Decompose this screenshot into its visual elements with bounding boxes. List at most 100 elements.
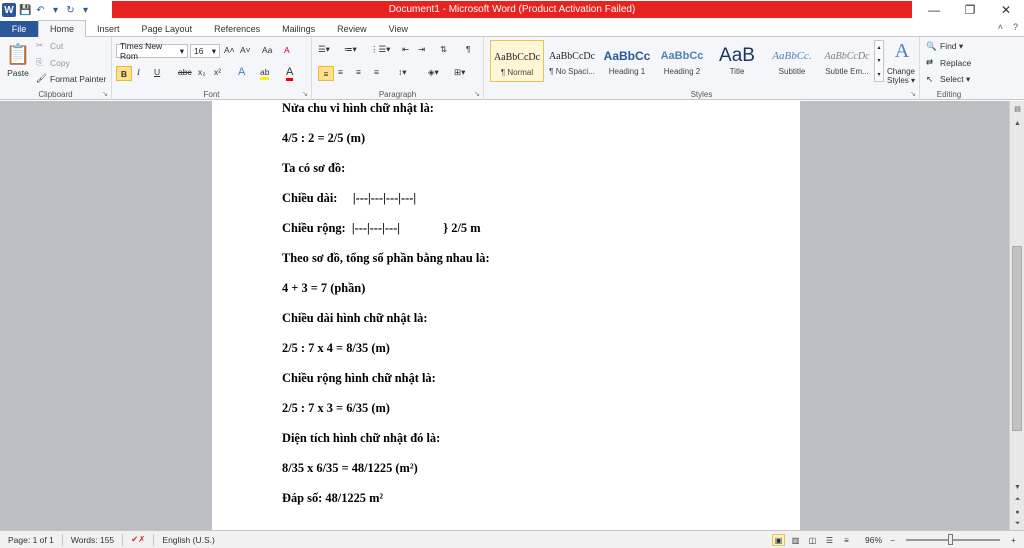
tab-insert[interactable]: Insert [86,21,131,37]
style-subtitle[interactable]: AaBbCc. Subtitle [765,40,819,82]
change-case-button[interactable]: Aa [262,45,272,55]
format-painter-button[interactable]: Format Painter [50,74,106,84]
format-painter-icon[interactable]: 🖌 [36,73,47,84]
line-spacing-icon[interactable]: ↕▾ [398,67,407,78]
copy-icon[interactable]: ⎘ [36,57,43,68]
vertical-scrollbar[interactable]: ▤ ▲ ▼ ⏶ ● ⏷ [1009,101,1024,530]
tab-page-layout[interactable]: Page Layout [131,21,204,37]
align-center-icon[interactable]: ≡ [338,67,343,77]
style-normal[interactable]: AaBbCcDc ¶ Normal [490,40,544,82]
undo-dropdown-icon[interactable]: ▾ [49,3,61,17]
change-styles-icon[interactable]: A [888,40,916,63]
document-paragraph[interactable]: Đáp số: 48/1225 m² [282,483,762,513]
document-paragraph[interactable]: Nửa chu vi hình chữ nhật là: [282,101,762,123]
draft-icon[interactable]: ≡ [840,534,853,546]
paste-button[interactable]: Paste [4,68,32,78]
style-heading-1[interactable]: AaBbCc Heading 1 [600,40,654,82]
document-content[interactable]: Nửa chu vi hình chữ nhật là: 4/5 : 2 = 2/… [282,101,762,513]
print-layout-icon[interactable]: ▣ [771,534,785,546]
previous-page-icon[interactable]: ⏶ [1010,494,1024,506]
document-paragraph[interactable]: Theo sơ đồ, tổng số phần bằng nhau là: [282,243,762,273]
chevron-down-icon[interactable]: ▾ [877,57,880,64]
find-button[interactable]: Find ▾ [940,41,963,52]
font-launcher-icon[interactable]: ↘ [302,90,308,98]
close-button[interactable]: ✕ [988,0,1024,20]
paste-icon[interactable]: 📋 [4,40,32,68]
change-styles-button[interactable]: Change Styles ▾ [884,67,918,85]
undo-icon[interactable]: ↶ [34,3,46,17]
document-paragraph[interactable]: Diện tích hình chữ nhật đó là: [282,423,762,453]
superscript-button[interactable]: x² [214,67,221,77]
font-name-dropdown[interactable]: Times New Rom ▾ [116,41,188,61]
align-left-icon[interactable]: ≡ [318,66,334,81]
proofing-icon[interactable]: ✔✗ [123,531,153,548]
minimize-button[interactable]: — [916,0,952,20]
zoom-in-button[interactable]: + [1007,534,1020,546]
document-paragraph[interactable]: 8/35 x 6/35 = 48/1225 (m²) [282,453,762,483]
find-icon[interactable]: 🔍 [926,41,937,52]
highlight-button[interactable]: ab [260,67,270,80]
borders-icon[interactable]: ⊞▾ [454,67,465,78]
italic-button[interactable]: I [137,67,140,77]
align-right-icon[interactable]: ≡ [356,67,361,77]
tab-mailings[interactable]: Mailings [271,21,326,37]
style-title[interactable]: AaB Title [710,40,764,82]
scroll-up-icon[interactable]: ▲ [1010,117,1024,129]
zoom-level[interactable]: 96% [865,535,882,545]
clipboard-launcher-icon[interactable]: ↘ [102,90,108,98]
minimize-ribbon-icon[interactable]: ˄ [998,22,1003,32]
cut-icon[interactable]: ✂ [36,40,43,51]
show-formatting-icon[interactable]: ¶ [466,44,471,54]
web-layout-icon[interactable]: ◫ [806,534,819,546]
numbering-icon[interactable]: ≔▾ [344,44,357,55]
save-icon[interactable]: 💾 [19,3,31,17]
document-paragraph[interactable]: Chiều dài hình chữ nhật là: [282,303,762,333]
page-count[interactable]: Page: 1 of 1 [0,531,62,548]
scroll-down-icon[interactable]: ▼ [1010,481,1024,493]
clear-formatting-button[interactable]: A [284,45,290,55]
style-heading-2[interactable]: AaBbCc Heading 2 [655,40,709,82]
sort-icon[interactable]: ⇅ [440,44,447,55]
document-paragraph[interactable]: 4/5 : 2 = 2/5 (m) [282,123,762,153]
document-paragraph[interactable]: 4 + 3 = 7 (phần) [282,273,762,303]
select-button[interactable]: Select ▾ [940,74,970,85]
subscript-button[interactable]: x₂ [198,67,206,77]
styles-gallery-scroll[interactable]: ▴ ▾ ▾ [874,40,884,82]
word-count[interactable]: Words: 155 [63,531,122,548]
zoom-slider[interactable] [906,534,1000,545]
bullets-icon[interactable]: ☰▾ [318,44,330,55]
document-paragraph[interactable]: Chiều rộng hình chữ nhật là: [282,363,762,393]
zoom-out-button[interactable]: − [886,534,899,546]
shading-icon[interactable]: ◈▾ [428,67,439,78]
document-page[interactable]: Nửa chu vi hình chữ nhật là: 4/5 : 2 = 2/… [212,101,800,530]
maximize-button[interactable]: ❐ [952,0,988,20]
grow-font-button[interactable]: A˄ [224,45,235,55]
decrease-indent-icon[interactable]: ⇤ [402,44,409,55]
zoom-slider-knob[interactable] [948,534,953,545]
document-paragraph[interactable]: Chiều rộng: |---|---|---| } 2/5 m [282,213,762,243]
document-paragraph[interactable]: 2/5 : 7 x 3 = 6/35 (m) [282,393,762,423]
multilevel-list-icon[interactable]: ⋮☰▾ [370,44,390,55]
tab-home[interactable]: Home [38,20,87,37]
font-color-button[interactable]: A [286,66,294,81]
language-indicator[interactable]: English (U.S.) [154,531,222,548]
replace-button[interactable]: Replace [940,58,971,68]
help-icon[interactable]: ? [1013,22,1018,32]
justify-icon[interactable]: ≡ [374,67,379,77]
underline-button[interactable]: U [154,67,160,77]
styles-launcher-icon[interactable]: ↘ [910,90,916,98]
copy-button[interactable]: Copy [50,58,70,68]
tab-file[interactable]: File [0,21,38,37]
text-effects-button[interactable]: A [238,66,245,78]
customize-qat-icon[interactable]: ▾ [79,3,91,17]
document-paragraph[interactable]: 2/5 : 7 x 4 = 8/35 (m) [282,333,762,363]
replace-icon[interactable]: ⇄ [926,57,933,68]
cut-button[interactable]: Cut [50,41,63,51]
tab-view[interactable]: View [378,21,419,37]
next-page-icon[interactable]: ⏷ [1010,518,1024,530]
tab-references[interactable]: References [203,21,271,37]
bold-button[interactable]: B [116,66,132,81]
outline-icon[interactable]: ☰ [823,534,836,546]
tab-review[interactable]: Review [326,21,378,37]
select-icon[interactable]: ↖ [926,74,933,85]
